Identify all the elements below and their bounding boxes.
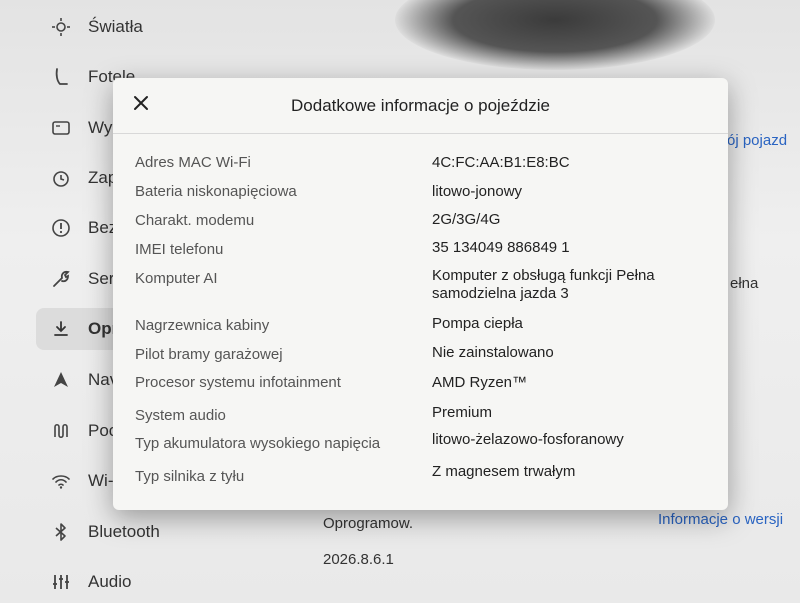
sidebar-item-lights[interactable]: Światła: [36, 6, 286, 48]
vehicle-info-dialog: Dodatkowe informacje o pojeździe Adres M…: [113, 78, 728, 510]
info-label: IMEI telefonu: [135, 241, 224, 258]
dialog-title: Dodatkowe informacje o pojeździe: [291, 96, 550, 115]
info-label: Procesor systemu infotainment: [135, 374, 341, 391]
dialog-header: Dodatkowe informacje o pojeździe: [113, 78, 728, 134]
info-value: 2G/3G/4G: [432, 211, 501, 228]
info-value: Premium: [432, 404, 493, 421]
info-value: Nie zainstalowano: [432, 344, 554, 361]
equalizer-icon: [50, 571, 72, 593]
display-icon: [50, 117, 72, 139]
sidebar-item-label: Bluetooth: [88, 522, 160, 541]
alert-icon: [50, 217, 72, 239]
bluetooth-icon: [50, 521, 72, 543]
info-label: Pilot bramy garażowej: [135, 346, 283, 363]
sidebar-item-bluetooth[interactable]: Bluetooth: [36, 511, 286, 553]
info-value: Komputer z obsługą funkcji Pełna samodzi…: [432, 267, 655, 302]
sidebar-item-label: Ser: [88, 269, 115, 288]
sidebar-item-label: Wy: [88, 118, 113, 137]
info-value: AMD Ryzen™: [432, 374, 528, 391]
info-label: Adres MAC Wi-Fi: [135, 154, 251, 171]
sidebar-item-audio[interactable]: Audio: [36, 561, 286, 603]
trip-icon: [50, 420, 72, 442]
info-value: litowo-jonowy: [432, 183, 523, 200]
wifi-icon: [50, 470, 72, 492]
sidebar-item-label: Wi-: [88, 471, 114, 490]
seat-icon: [50, 66, 72, 88]
info-label: Typ silnika z tyłu: [135, 468, 245, 485]
info-value: litowo-żelazowo-fosforanowy: [432, 431, 624, 448]
info-label: Charakt. modemu: [135, 212, 255, 229]
info-label: Nagrzewnica kabiny: [135, 317, 270, 334]
release-notes-link[interactable]: Informacje o wersji: [658, 511, 783, 528]
navigation-icon: [50, 369, 72, 391]
info-value: Z magnesem trwałym: [432, 463, 576, 480]
info-value: 35 134049 886849 1: [432, 239, 570, 256]
info-label: Komputer AI: [135, 270, 218, 287]
info-value: 4C:FC:AA:B1:E8:BC: [432, 154, 570, 171]
wrench-icon: [50, 268, 72, 290]
info-label: System audio: [135, 407, 226, 424]
my-vehicle-link[interactable]: ój pojazd: [727, 132, 787, 149]
info-label: Bateria niskonapięciowa: [135, 183, 297, 200]
clock-icon: [50, 167, 72, 189]
software-label: Oprogramow.: [323, 515, 414, 532]
sidebar-item-label: Audio: [88, 572, 132, 591]
download-icon: [50, 318, 72, 340]
info-value: Pompa ciepła: [432, 315, 523, 332]
light-icon: [50, 16, 72, 38]
sidebar-item-label: Światła: [88, 17, 143, 36]
software-version: 2026.8.6.1: [323, 551, 394, 568]
info-label: Typ akumulatora wysokiego napięcia: [135, 435, 381, 452]
autopilot-text: ełna: [730, 275, 759, 292]
